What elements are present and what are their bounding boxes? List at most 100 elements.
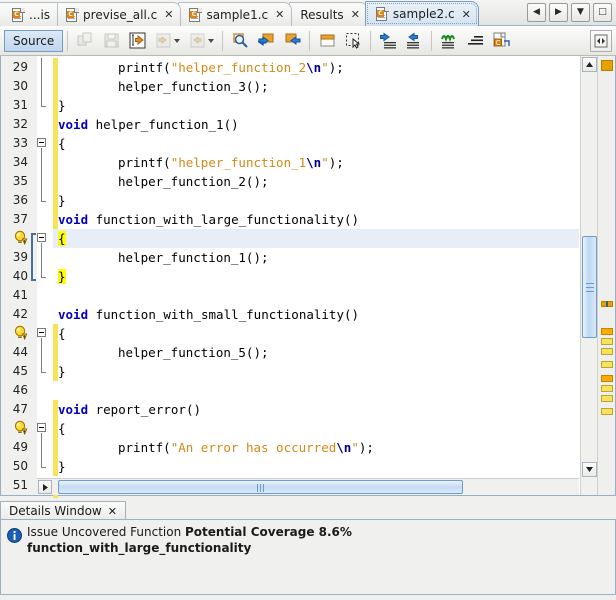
code-line-text[interactable]: printf("An error has occurred\n"); — [58, 438, 374, 457]
lightbulb-warning-icon[interactable] — [13, 420, 29, 436]
tab-label: previse_all.c — [83, 7, 158, 22]
horizontal-scrollbar-thumb[interactable] — [58, 480, 463, 494]
overview-ruler-mark[interactable] — [601, 375, 613, 382]
lightbulb-warning-icon[interactable] — [13, 230, 29, 246]
code-line-text[interactable]: { — [58, 419, 66, 438]
maximize-editor-button[interactable]: □ — [593, 3, 612, 22]
code-line-text[interactable]: printf("helper_function_2\n"); — [58, 58, 344, 77]
next-issue-button[interactable] — [279, 29, 305, 53]
editor-toolbar: Source C — [0, 26, 616, 56]
fold-collapse-box[interactable] — [37, 138, 46, 147]
details-tab-close-icon[interactable]: ✕ — [108, 505, 117, 518]
fold-range-end — [41, 467, 46, 468]
scroll-down-button[interactable] — [582, 462, 597, 477]
vertical-scrollbar[interactable] — [580, 56, 597, 495]
chevron-down-icon[interactable] — [207, 38, 214, 43]
chevron-down-icon[interactable] — [173, 38, 180, 43]
overview-ruler[interactable] — [597, 56, 615, 495]
fold-marker-column[interactable] — [33, 56, 51, 527]
tab-close-icon[interactable]: ✕ — [462, 9, 471, 20]
tab-label: sample2.c — [392, 7, 455, 21]
code-line-text[interactable]: } — [58, 457, 66, 476]
scroll-tabs-left-button[interactable]: ◀ — [527, 3, 546, 22]
select-region-button[interactable] — [340, 29, 366, 53]
open-c-file-button[interactable]: C — [488, 29, 514, 53]
fold-collapse-box[interactable] — [37, 328, 46, 337]
code-line-text[interactable]: printf("helper_function_1\n"); — [58, 153, 344, 172]
toolbar-separator-5 — [222, 30, 224, 51]
line-number: 45 — [12, 364, 28, 378]
code-editor[interactable]: 29 printf("helper_function_2\n"); 30 helper… — [0, 56, 616, 533]
overview-ruler-mark[interactable] — [601, 395, 613, 402]
tab-list-dropdown-button[interactable]: ▼ — [571, 3, 590, 22]
collapse-lines-icon — [467, 36, 483, 45]
code-line-text[interactable]: helper_function_5(); — [58, 343, 269, 362]
code-token: helper_function_1(); — [118, 250, 269, 265]
overview-ruler-mark[interactable] — [601, 348, 613, 355]
code-lines-container[interactable]: 29 printf("helper_function_2\n"); 30 helper… — [1, 56, 615, 533]
potential-coverage-value: Potential Coverage 8.6% — [185, 525, 352, 539]
search-button[interactable] — [227, 29, 253, 53]
editor-tab-bar: C ...is Cprevise_all.c ✕ Csample1.c ✕ Results ✕… — [0, 0, 616, 26]
right-arrow-lines-icon — [406, 32, 419, 49]
code-line-text[interactable]: { — [58, 324, 66, 343]
overview-ruler-mark[interactable] — [601, 328, 613, 335]
line-number: 33 — [12, 136, 28, 150]
code-line-text[interactable]: } — [58, 362, 66, 381]
show-window-button[interactable] — [314, 29, 340, 53]
marquee-select-icon — [345, 33, 360, 49]
vertical-scrollbar-thumb[interactable] — [582, 236, 597, 338]
prev-issue-arrow-icon — [257, 33, 274, 46]
fold-collapse-box[interactable] — [37, 233, 46, 242]
prev-line-button[interactable] — [375, 29, 401, 53]
code-line-text[interactable]: } — [58, 267, 66, 286]
code-token: } — [58, 193, 66, 208]
tab-details-window[interactable]: Details Window ✕ — [0, 501, 126, 520]
toolbar-overflow-button[interactable] — [590, 30, 612, 52]
code-line-text[interactable]: } — [58, 191, 66, 210]
code-line-text[interactable]: helper_function_2(); — [58, 172, 269, 191]
scroll-right-button[interactable] — [38, 480, 52, 494]
code-line-text[interactable]: void report_error() — [58, 400, 201, 419]
tab-sample2-c[interactable]: Csample2.c ✕ — [364, 1, 479, 26]
previous-issue-button[interactable] — [253, 29, 279, 53]
overview-ruler-mark[interactable] — [601, 361, 613, 368]
c-file-icon: C — [12, 7, 25, 22]
tab-results[interactable]: Results ✕ — [289, 2, 368, 26]
horizontal-scrollbar[interactable] — [37, 478, 579, 495]
goto-declaration-button[interactable] — [124, 29, 150, 53]
overview-ruler-mark[interactable] — [601, 385, 613, 392]
overview-ruler-mark[interactable] — [601, 301, 613, 307]
details-tab-filler — [125, 501, 616, 520]
overview-ruler-mark[interactable] — [601, 338, 613, 345]
escape-token: \n — [306, 155, 322, 170]
overview-ruler-mark[interactable] — [601, 60, 613, 71]
code-line-text[interactable]: helper_function_1(); — [58, 248, 269, 267]
collapse-all-button[interactable] — [462, 29, 488, 53]
fold-collapse-box[interactable] — [37, 423, 46, 432]
code-line-text[interactable]: } — [58, 96, 66, 115]
metrics-button[interactable] — [436, 29, 462, 53]
overview-ruler-mark[interactable] — [601, 408, 613, 415]
back-history-button — [150, 29, 184, 53]
tab-previse-all-c[interactable]: Cprevise_all.c ✕ — [55, 2, 182, 26]
string-token: "helper_function_2 — [170, 60, 307, 75]
tab-close-icon[interactable]: ✕ — [275, 9, 284, 20]
next-line-button[interactable] — [401, 29, 427, 53]
scroll-tabs-right-button[interactable]: ▶ — [549, 3, 568, 22]
code-line-text[interactable]: helper_function_3(); — [58, 77, 269, 96]
code-line-text[interactable]: void function_with_small_functionality() — [58, 305, 359, 324]
code-line-text[interactable]: void function_with_large_functionality() — [58, 210, 359, 229]
tab-sample1-c[interactable]: Csample1.c ✕ — [178, 2, 293, 26]
tab-is[interactable]: C ...is — [0, 2, 59, 26]
tab-close-icon[interactable]: ✕ — [164, 9, 173, 20]
code-line-text[interactable]: { — [58, 229, 66, 248]
tab-close-icon[interactable]: ✕ — [351, 9, 360, 20]
code-line-text[interactable]: void helper_function_1() — [58, 115, 239, 134]
code-line-text[interactable]: { — [58, 134, 66, 153]
code-token: ); — [328, 60, 344, 75]
lightbulb-warning-icon[interactable] — [13, 325, 29, 341]
toolbar-separator-10 — [370, 30, 372, 51]
scroll-up-button[interactable] — [582, 57, 597, 72]
source-view-button[interactable]: Source — [4, 29, 64, 52]
